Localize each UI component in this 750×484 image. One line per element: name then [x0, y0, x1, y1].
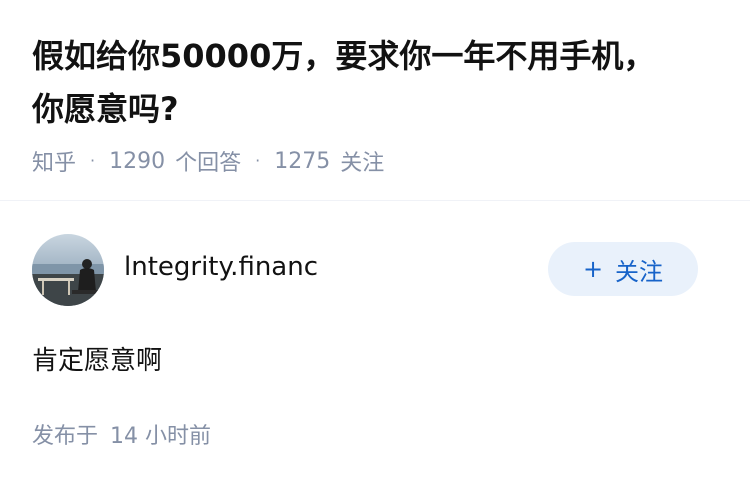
answer-author: lntegrity.financ + 关注 [32, 234, 698, 306]
question-title-line2: 你愿意吗? [32, 90, 179, 128]
answer-count: 1290 [109, 148, 166, 174]
meta-separator: · [255, 150, 261, 170]
question-title-line1: 假如给你50000万，要求你一年不用手机， [32, 37, 656, 75]
avatar[interactable] [32, 234, 104, 306]
question-header: 假如给你50000万，要求你一年不用手机， 你愿意吗? 知乎 · 1290 个回… [32, 30, 722, 176]
answer-count-label: 个回答 [175, 151, 242, 176]
answer-content[interactable]: 肯定愿意啊 [32, 340, 162, 377]
follower-count-label: 关注 [340, 151, 385, 176]
answer-publish-time: 发布于 14 小时前 [32, 418, 211, 450]
meta-separator: · [90, 150, 96, 170]
question-meta: 知乎 · 1290 个回答 · 1275 关注 [32, 145, 722, 177]
plus-icon: + [582, 255, 604, 283]
published-label: 发布于 [32, 424, 99, 449]
follow-button[interactable]: + 关注 [548, 242, 698, 296]
section-divider [0, 200, 750, 201]
follow-button-label: 关注 [615, 257, 664, 286]
author-name[interactable]: lntegrity.financ [124, 252, 318, 282]
published-time: 14 小时前 [110, 424, 212, 449]
follower-count: 1275 [274, 148, 331, 174]
source-label[interactable]: 知乎 [32, 145, 76, 177]
question-title[interactable]: 假如给你50000万，要求你一年不用手机， 你愿意吗? [32, 30, 722, 136]
